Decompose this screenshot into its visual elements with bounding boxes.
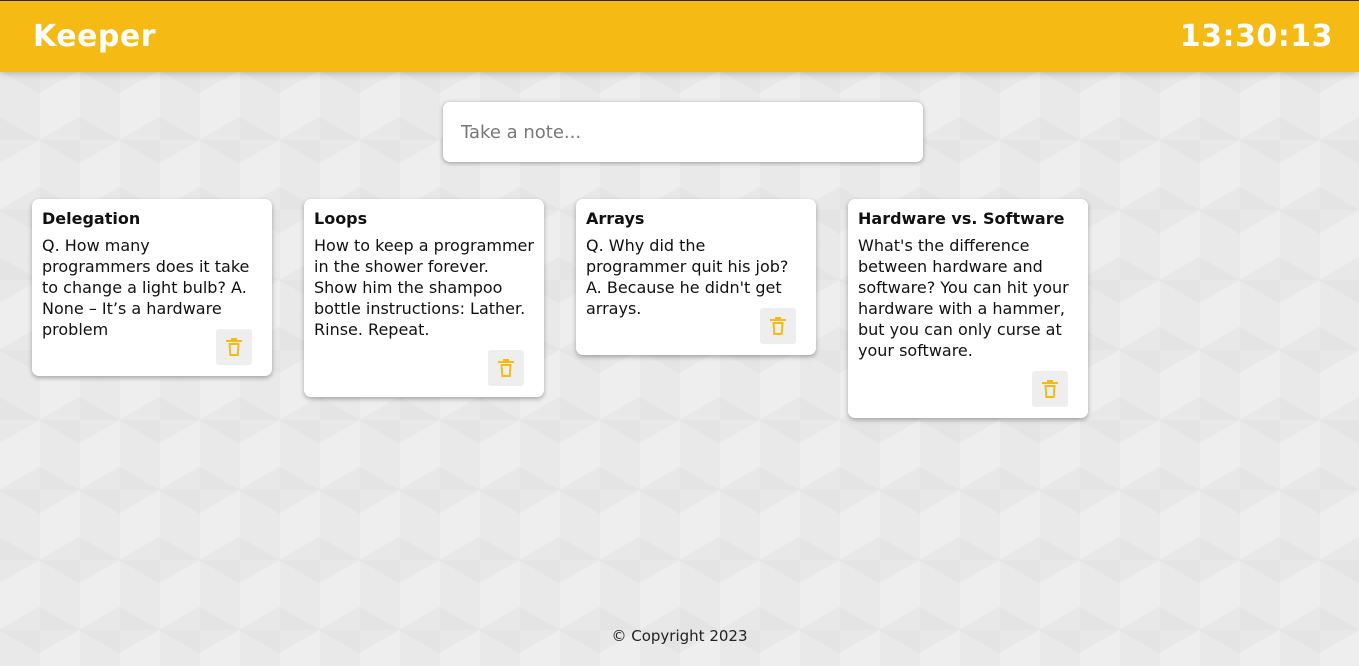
trash-icon	[1042, 380, 1058, 398]
note-card: Hardware vs. Software What's the differe…	[848, 199, 1088, 418]
trash-icon	[498, 359, 514, 377]
note-content: Q. Why did the programmer quit his job? …	[586, 236, 789, 318]
footer: © Copyright 2023	[0, 626, 1359, 646]
app-header: Keeper 13:30:13	[0, 0, 1359, 72]
note-title: Arrays	[586, 209, 645, 228]
note-title: Delegation	[42, 209, 141, 228]
delete-note-button[interactable]	[1032, 371, 1068, 407]
copyright-text: © Copyright 2023	[611, 627, 748, 645]
trash-icon	[226, 338, 242, 356]
clock: 13:30:13	[1179, 19, 1333, 54]
app-title: Keeper	[33, 19, 157, 54]
create-note-form	[443, 102, 923, 162]
note-card: Loops How to keep a programmer in the sh…	[304, 199, 544, 397]
note-content: How to keep a programmer in the shower f…	[314, 236, 534, 339]
note-title: Hardware vs. Software	[858, 209, 1065, 228]
note-card: Arrays Q. Why did the programmer quit hi…	[576, 199, 816, 355]
delete-note-button[interactable]	[760, 308, 796, 344]
delete-note-button[interactable]	[488, 350, 524, 386]
note-card: Delegation Q. How many programmers does …	[32, 199, 272, 376]
note-content: Q. How many programmers does it take to …	[42, 236, 250, 339]
note-content: What's the difference between hardware a…	[858, 236, 1069, 360]
note-input[interactable]	[443, 102, 923, 162]
delete-note-button[interactable]	[216, 329, 252, 365]
note-title: Loops	[314, 209, 368, 228]
trash-icon	[770, 317, 786, 335]
